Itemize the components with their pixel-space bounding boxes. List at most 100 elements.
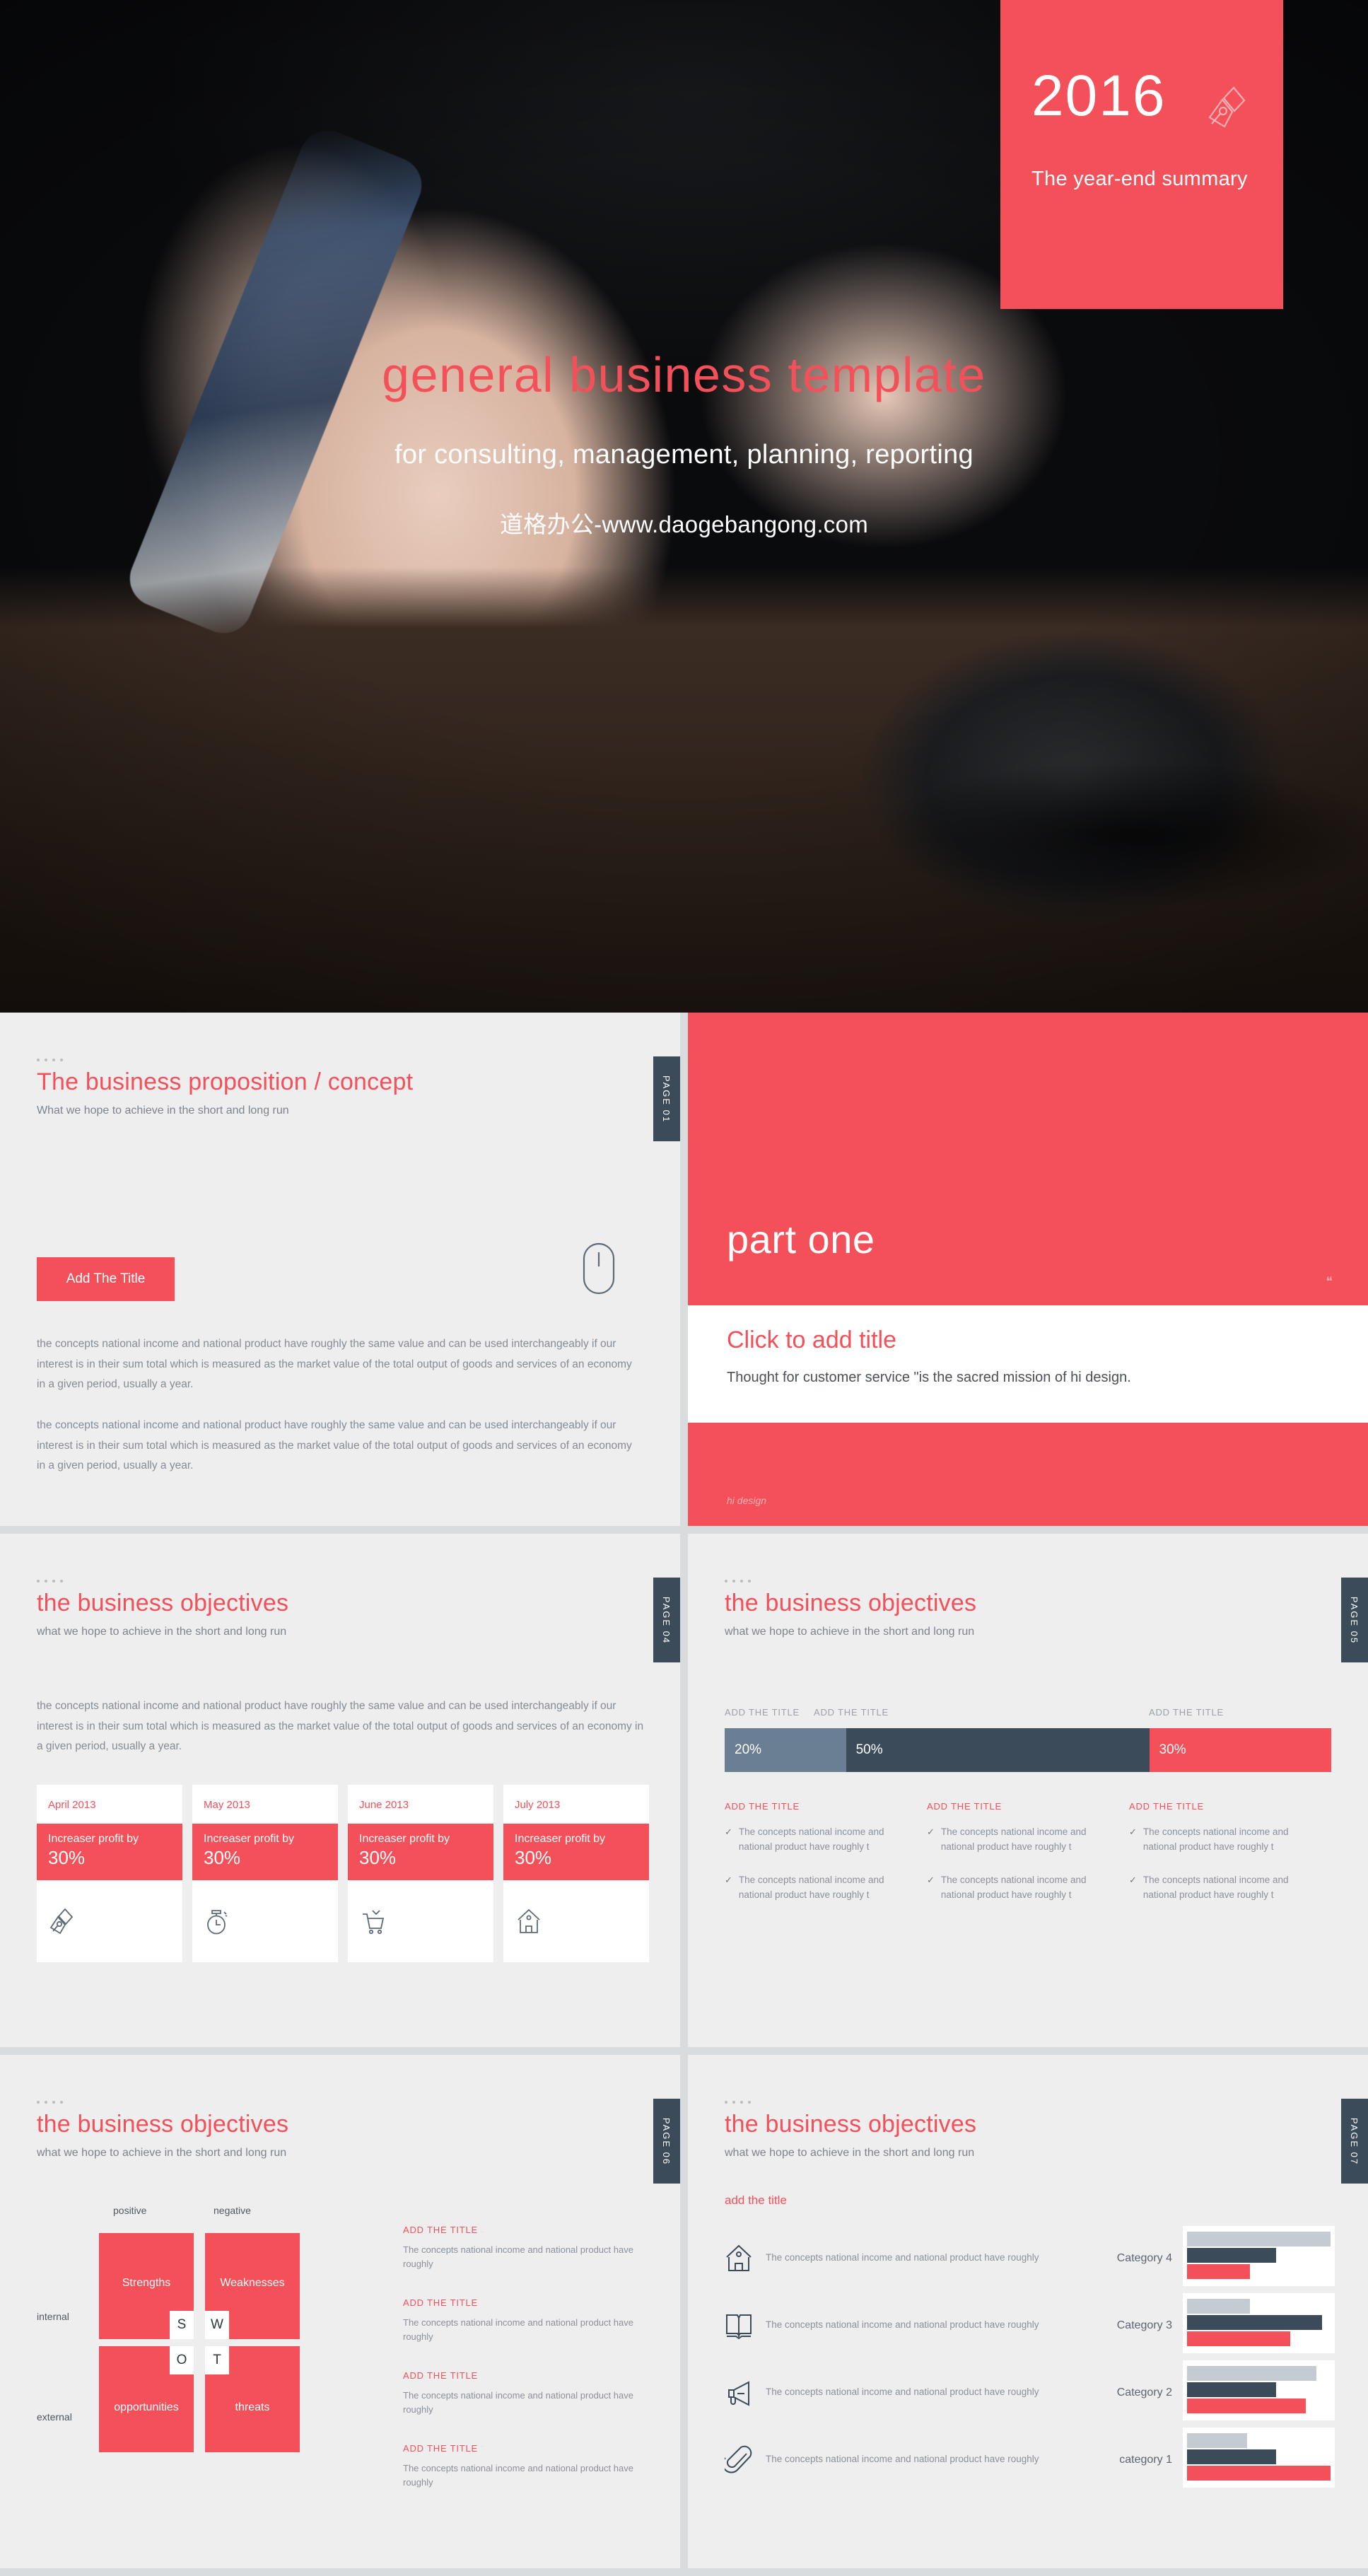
column-headers: ADD THE TITLE ADD THE TITLE ADD THE TITL… xyxy=(725,1801,1331,1812)
stacked-bar-chart: 20% 50% 30% xyxy=(725,1728,1331,1772)
list-item: ADD THE TITLE The concepts national inco… xyxy=(403,2370,636,2416)
slide-header: The business proposition / concept What … xyxy=(37,1059,413,1117)
swot-letter-w: W xyxy=(205,2311,229,2339)
bar-light-gray xyxy=(1187,2366,1316,2381)
axis-label-internal: internal xyxy=(37,2311,69,2322)
swot-axis-top: positive negative xyxy=(37,2205,341,2223)
date-card[interactable]: May 2013 Increaser profit by 30% xyxy=(192,1785,338,1962)
slide-categories-bar-chart[interactable]: PAGE 07 the business objectives what we … xyxy=(688,2055,1368,2568)
hi-design-footer: hi design xyxy=(727,1495,767,1506)
check-icon: ✓ xyxy=(1129,1826,1137,1837)
slide-part-one[interactable]: part one ❝ Click to add title Thought fo… xyxy=(688,1013,1368,1526)
date-card[interactable]: April 2013 Increaser profit by 30% xyxy=(37,1785,182,1962)
slide-title: The business proposition / concept xyxy=(37,1068,414,1095)
bar-segment-2: 50% xyxy=(846,1728,1150,1772)
stacked-bar-headers: ADD THE TITLE ADD THE TITLE ADD THE TITL… xyxy=(725,1707,1331,1721)
bullet-column: ✓ The concepts national income and natio… xyxy=(927,1825,1129,1921)
list-item: ADD THE TITLE The concepts national inco… xyxy=(403,2225,636,2271)
bar-header-2: ADD THE TITLE xyxy=(814,1707,889,1718)
bar-light-gray xyxy=(1187,2299,1251,2314)
category-label: Category 3 xyxy=(1116,2319,1172,2331)
slide-title: the business objectives xyxy=(725,1590,977,1616)
date-card[interactable]: June 2013 Increaser profit by 30% xyxy=(348,1785,493,1962)
slide-header: the business objectives what we hope to … xyxy=(725,1580,976,1638)
swot-quadrants: Strengths Weaknesses opportunities threa… xyxy=(99,2233,311,2452)
list-item: The concepts national income and nationa… xyxy=(725,2292,1078,2359)
list-item: The concepts national income and nationa… xyxy=(725,2426,1078,2493)
page-tab-label: PAGE 07 xyxy=(1349,2117,1360,2165)
slide-subtitle: what we hope to achieve in the short and… xyxy=(37,2147,287,2159)
bar-red xyxy=(1187,2399,1306,2413)
list-item: ✓ The concepts national income and natio… xyxy=(725,1825,904,1855)
list-item-body: The concepts national income and nationa… xyxy=(403,2463,633,2488)
list-item-body: The concepts national income and nationa… xyxy=(403,2244,633,2269)
add-the-title-button[interactable]: Add The Title xyxy=(37,1257,175,1301)
bar-dark-slate xyxy=(1187,2382,1276,2397)
bar-dark-slate xyxy=(1187,2315,1322,2330)
chart-row-category-4 xyxy=(1183,2226,1335,2286)
category-labels: Category 4 Category 3 Category 2 categor… xyxy=(1084,2225,1179,2493)
pen-nib-icon xyxy=(37,1880,182,1962)
card-metric: Increaser profit by 30% xyxy=(503,1824,649,1880)
list-item: ADD THE TITLE The concepts national inco… xyxy=(403,2443,636,2489)
date-card[interactable]: July 2013 Increaser profit by 30% xyxy=(503,1785,649,1962)
slide-subtitle: what we hope to achieve in the short and… xyxy=(725,1626,975,1638)
list-item-body: The concepts national income and nationa… xyxy=(403,2390,633,2415)
add-the-title-label[interactable]: add the title xyxy=(725,2193,787,2208)
check-icon: ✓ xyxy=(725,1826,732,1837)
mouse-icon xyxy=(583,1242,615,1295)
list-item-body: The concepts national income and nationa… xyxy=(403,2317,633,2342)
slide-header: the business objectives what we hope to … xyxy=(37,1580,288,1638)
list-item-text: The concepts national income and nationa… xyxy=(766,2252,1039,2263)
card-metric-value: 30% xyxy=(48,1847,86,1868)
quote-mark-icon: ❝ xyxy=(1326,1274,1334,1288)
card-metric-label: Increaser profit by xyxy=(48,1833,139,1845)
check-icon: ✓ xyxy=(927,1826,935,1837)
check-icon: ✓ xyxy=(725,1874,732,1885)
stopwatch-icon xyxy=(192,1880,338,1962)
card-date: April 2013 xyxy=(48,1799,96,1811)
bar-header-1: ADD THE TITLE xyxy=(725,1707,800,1718)
axis-label-positive: positive xyxy=(113,2205,147,2216)
click-to-add-title[interactable]: Click to add title xyxy=(727,1327,1368,1354)
list-item-heading: ADD THE TITLE xyxy=(403,2443,478,2454)
list-item-heading: ADD THE TITLE xyxy=(403,2297,478,2308)
chart-row-category-1 xyxy=(1183,2428,1335,2488)
hero-title: general business template xyxy=(382,347,986,402)
list-item-text: The concepts national income and nationa… xyxy=(766,2454,1039,2465)
swot-matrix: positive negative internal external Stre… xyxy=(37,2205,341,2488)
bar-dark-slate xyxy=(1187,2449,1276,2464)
list-item-text: The concepts national income and nationa… xyxy=(940,1874,1087,1900)
year-subtitle: The year-end summary xyxy=(1031,168,1248,190)
date-cards-row: April 2013 Increaser profit by 30% May 2… xyxy=(37,1785,649,1962)
list-item: The concepts national income and nationa… xyxy=(725,2225,1078,2292)
list-item-text: The concepts national income and nationa… xyxy=(766,2319,1039,2331)
home-icon xyxy=(503,1880,649,1962)
grouped-bar-chart xyxy=(1183,2226,1335,2495)
swot-description-list: ADD THE TITLE The concepts national inco… xyxy=(403,2225,636,2516)
chart-row-category-3 xyxy=(1183,2293,1335,2353)
quadrant-label: threats xyxy=(235,2401,270,2413)
card-metric-value: 30% xyxy=(359,1847,397,1868)
hero-source-url: 道格办公-www.daogebangong.com xyxy=(499,511,869,537)
slide-objectives-stacked-bar[interactable]: PAGE 05 the business objectives what we … xyxy=(688,1534,1368,2047)
slide-business-proposition[interactable]: PAGE 01 The business proposition / conce… xyxy=(0,1013,680,1526)
slide-title: the business objectives xyxy=(37,1590,289,1616)
slide-title: the business objectives xyxy=(725,2111,977,2138)
dots-decoration xyxy=(725,2101,976,2104)
check-icon: ✓ xyxy=(1129,1874,1137,1885)
quadrant-label: opportunities xyxy=(114,2401,179,2413)
card-metric: Increaser profit by 30% xyxy=(348,1824,493,1880)
slide-objectives-cards[interactable]: PAGE 04 the business objectives what we … xyxy=(0,1534,680,2047)
list-item: ADD THE TITLE The concepts national inco… xyxy=(403,2297,636,2343)
list-item-text: The concepts national income and nationa… xyxy=(738,1826,884,1852)
list-item: ✓ The concepts national income and natio… xyxy=(927,1825,1106,1855)
slide-swot[interactable]: PAGE 06 the business objectives what we … xyxy=(0,2055,680,2568)
swot-letter-t: T xyxy=(205,2346,229,2374)
bar-red xyxy=(1187,2264,1251,2279)
bar-red xyxy=(1187,2331,1291,2346)
card-metric-label: Increaser profit by xyxy=(204,1833,295,1845)
card-metric: Increaser profit by 30% xyxy=(37,1824,182,1880)
swot-letter-s: S xyxy=(170,2311,194,2339)
bullet-column: ✓ The concepts national income and natio… xyxy=(725,1825,927,1921)
